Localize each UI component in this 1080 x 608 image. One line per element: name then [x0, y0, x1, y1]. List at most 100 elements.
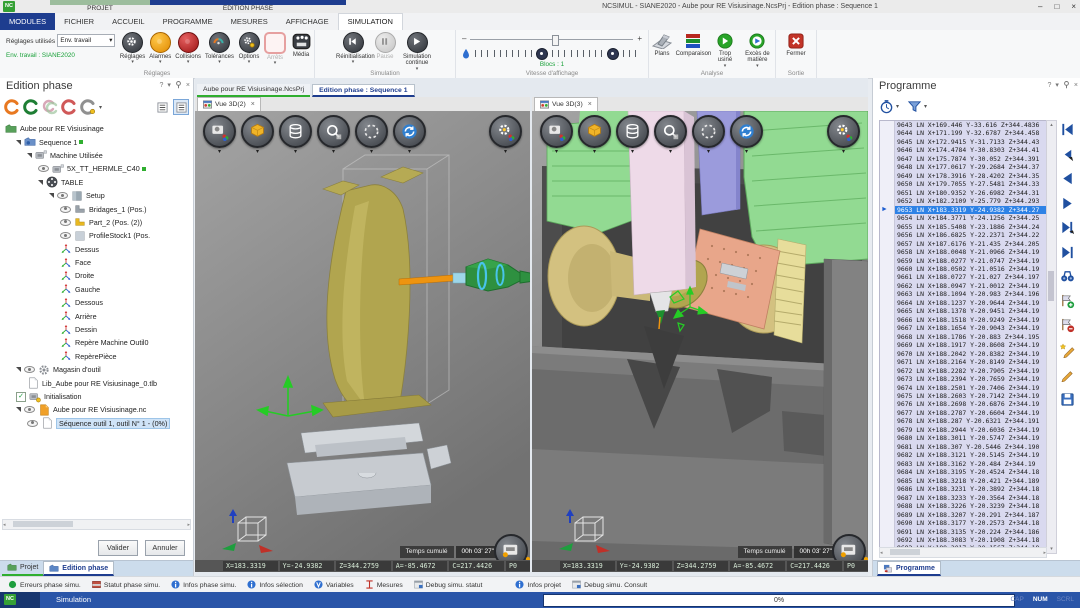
tree-item[interactable]: RepèrePièce	[0, 350, 192, 363]
document-tab[interactable]: Aube pour RE Visiusinage.NcsPrj	[197, 84, 310, 97]
panel-tab-projet[interactable]: Projet	[2, 561, 43, 576]
visibility-eye-icon[interactable]	[27, 420, 38, 427]
vue-3d-2-tab[interactable]: Vue 3D(2) ×	[197, 97, 261, 111]
cycle-dual-button[interactable]	[42, 99, 58, 115]
close-icon[interactable]: ×	[588, 101, 592, 108]
cycle-red-button[interactable]	[61, 99, 77, 115]
env-combo[interactable]: Env. travail ▾	[57, 34, 115, 47]
program-line[interactable]: 9655 LN X+185.5408 Y-23.1886 Z+344.24	[880, 223, 1046, 231]
speed-tick-slider[interactable]	[456, 45, 648, 60]
program-line[interactable]: 9650 LN X+179.7055 Y-27.5481 Z+344.33	[880, 180, 1046, 188]
vt-render-button[interactable]: ▾	[827, 115, 860, 155]
speed-knob[interactable]	[536, 48, 548, 60]
reglages-collisions-button[interactable]: Collisions▾	[173, 32, 203, 64]
tree-item[interactable]: Face	[0, 256, 192, 269]
reglages-options-button[interactable]: Options▾	[236, 32, 262, 64]
viewport-3d-2[interactable]: Vue 3D(2) ×	[195, 97, 530, 572]
panel-help-button[interactable]: ?	[1047, 82, 1051, 89]
tree-item[interactable]: Lib_Aube pour RE Visiusinage_0.tlb	[0, 376, 192, 389]
status-item-debug-simu-statut[interactable]: Debug simu. statut	[414, 580, 483, 591]
program-line[interactable]: 9656 LN X+186.6825 Y-22.2371 Z+344.22	[880, 231, 1046, 239]
vt-zoom-button[interactable]: ▾	[317, 115, 350, 155]
flag-remove-button[interactable]	[1060, 318, 1075, 335]
program-line[interactable]: 9658 LN X+188.0048 Y-21.0966 Z+344.19	[880, 248, 1046, 256]
program-line[interactable]: 9676 LN X+188.2698 Y-20.6876 Z+344.19	[880, 400, 1046, 408]
program-line[interactable]: 9675 LN X+188.2603 Y-20.7142 Z+344.19	[880, 392, 1046, 400]
program-line[interactable]: 9680 LN X+188.3011 Y-20.5747 Z+344.19	[880, 434, 1046, 442]
minimize-button[interactable]: –	[1038, 2, 1042, 11]
expander-icon[interactable]	[16, 140, 21, 145]
program-line[interactable]: 9673 LN X+188.2394 Y-20.7659 Z+344.19	[880, 375, 1046, 383]
program-line[interactable]: 9643 LN X+169.446 Y-33.616 Z+344.4836	[880, 121, 1046, 129]
tree-item[interactable]: Dessin	[0, 323, 192, 336]
nav-forward-button[interactable]	[1060, 196, 1075, 213]
program-line[interactable]: 9685 LN X+188.3218 Y-20.421 Z+344.189	[880, 477, 1046, 485]
program-line[interactable]: 9644 LN X+171.199 Y-32.6787 Z+344.458	[880, 129, 1046, 137]
program-line[interactable]: 9687 LN X+188.3233 Y-20.3564 Z+344.18	[880, 494, 1046, 502]
program-line[interactable]: 9668 LN X+188.1786 Y-20.883 Z+344.195	[880, 333, 1046, 341]
binoculars-button[interactable]	[1060, 269, 1075, 286]
tree-item[interactable]: Sequence 1	[0, 135, 192, 148]
nav-step-button[interactable]	[1060, 220, 1075, 237]
expander-icon[interactable]	[27, 153, 32, 158]
expander-icon[interactable]	[49, 193, 54, 198]
program-line[interactable]: 9670 LN X+188.2042 Y-20.8382 Z+344.19	[880, 350, 1046, 358]
filter-button[interactable]: ▾	[907, 99, 927, 114]
program-line[interactable]: 9681 LN X+188.307 Y-20.5446 Z+344.190	[880, 443, 1046, 451]
tree-item[interactable]: Gauche	[0, 283, 192, 296]
save-button[interactable]	[1060, 392, 1075, 409]
speed-knob[interactable]	[607, 48, 619, 60]
visibility-eye-icon[interactable]	[60, 232, 71, 239]
tree-item[interactable]: Dessus	[0, 243, 192, 256]
gcode-list[interactable]: 9643 LN X+169.446 Y-33.616 Z+344.4836964…	[879, 120, 1047, 554]
tree-item[interactable]: 5X_TT_HERMLE_C40	[0, 162, 192, 175]
close-button[interactable]: ×	[1071, 2, 1076, 11]
program-line[interactable]: 9645 LN X+172.9415 Y-31.7133 Z+344.43	[880, 138, 1046, 146]
program-line[interactable]: 9689 LN X+188.3207 Y-20.291 Z+344.187	[880, 511, 1046, 519]
visibility-eye-icon[interactable]	[24, 366, 35, 373]
context-group-projet[interactable]: PROJET	[50, 0, 150, 13]
nav-back-button[interactable]	[1060, 171, 1075, 188]
tree-item[interactable]: Séquence outil 1, outil N° 1 - (0%)	[0, 417, 192, 430]
program-line[interactable]: 9654 LN X+184.3771 Y-24.1256 Z+344.25	[880, 214, 1046, 222]
program-line[interactable]: 9691 LN X+188.3135 Y-20.224 Z+344.186	[880, 528, 1046, 536]
ribbon-tab-accueil[interactable]: ACCUEIL	[103, 13, 154, 30]
program-line[interactable]: 9646 LN X+174.4784 Y-30.8303 Z+344.41	[880, 146, 1046, 154]
program-line[interactable]: 9679 LN X+188.2944 Y-20.6036 Z+344.19	[880, 426, 1046, 434]
pin-icon[interactable]	[175, 81, 182, 89]
status-item-infos-s-lection[interactable]: Infos sélection	[247, 580, 302, 591]
program-line[interactable]: 9690 LN X+188.3177 Y-20.2573 Z+344.18	[880, 519, 1046, 527]
program-line[interactable]: 9674 LN X+188.2501 Y-20.7406 Z+344.19	[880, 384, 1046, 392]
program-line[interactable]: 9664 LN X+188.1237 Y-20.9644 Z+344.19	[880, 299, 1046, 307]
program-line[interactable]: 9677 LN X+188.2787 Y-20.6604 Z+344.19	[880, 409, 1046, 417]
scroll-right-icon[interactable]: ▸	[1043, 550, 1046, 556]
maximize-button[interactable]: □	[1054, 2, 1059, 11]
program-line[interactable]: 9661 LN X+188.0727 Y-21.027 Z+344.197	[880, 273, 1046, 281]
vt-cube-button[interactable]: ▾	[578, 115, 611, 155]
3d-canvas-machine[interactable]: ▾▾▾▾▾▾ ▾ Temps cumulé 00h 03' 27"	[532, 111, 868, 572]
visibility-eye-icon[interactable]	[57, 192, 68, 199]
program-line[interactable]: 9686 LN X+188.3231 Y-20.3892 Z+344.18	[880, 485, 1046, 493]
vt-stack-button[interactable]: ▾	[279, 115, 312, 155]
program-line[interactable]: 9682 LN X+188.3121 Y-20.5145 Z+344.19	[880, 451, 1046, 459]
program-line[interactable]: 9649 LN X+178.3916 Y-28.4202 Z+344.35	[880, 172, 1046, 180]
ribbon-tab-modules[interactable]: MODULES	[0, 13, 55, 30]
program-line[interactable]: 9648 LN X+177.0617 Y-29.2684 Z+344.37	[880, 163, 1046, 171]
status-item-statut-phase-simu-[interactable]: Statut phase simu.	[92, 580, 160, 591]
simulation-r-initialisation-button[interactable]: Réinitialisation▾	[334, 32, 372, 64]
program-line[interactable]: 9684 LN X+188.3195 Y-20.4524 Z+344.18	[880, 468, 1046, 476]
ribbon-tab-fichier[interactable]: FICHIER	[55, 13, 103, 30]
speed-slider[interactable]	[470, 39, 633, 40]
vt-refresh-button[interactable]: ▾	[730, 115, 763, 155]
cycle-gray-button[interactable]	[80, 99, 96, 115]
program-line[interactable]: 9672 LN X+188.2282 Y-20.7905 Z+344.19	[880, 367, 1046, 375]
orientation-cube[interactable]	[557, 509, 612, 554]
speed-slider-thumb[interactable]	[552, 35, 559, 46]
vt-refresh-button[interactable]: ▾	[393, 115, 426, 155]
program-line[interactable]: ►9653 LN X+183.3319 Y-24.9382 Z+344.27	[880, 206, 1046, 214]
visibility-eye-icon[interactable]	[60, 219, 71, 226]
tree-item[interactable]: Part_2 (Pos. (2))	[0, 216, 192, 229]
cycle-orange-button[interactable]	[4, 99, 20, 115]
program-line[interactable]: 9666 LN X+188.1518 Y-20.9249 Z+344.19	[880, 316, 1046, 324]
gcode-horizontal-scrollbar[interactable]: ◂ ▸	[879, 547, 1047, 558]
